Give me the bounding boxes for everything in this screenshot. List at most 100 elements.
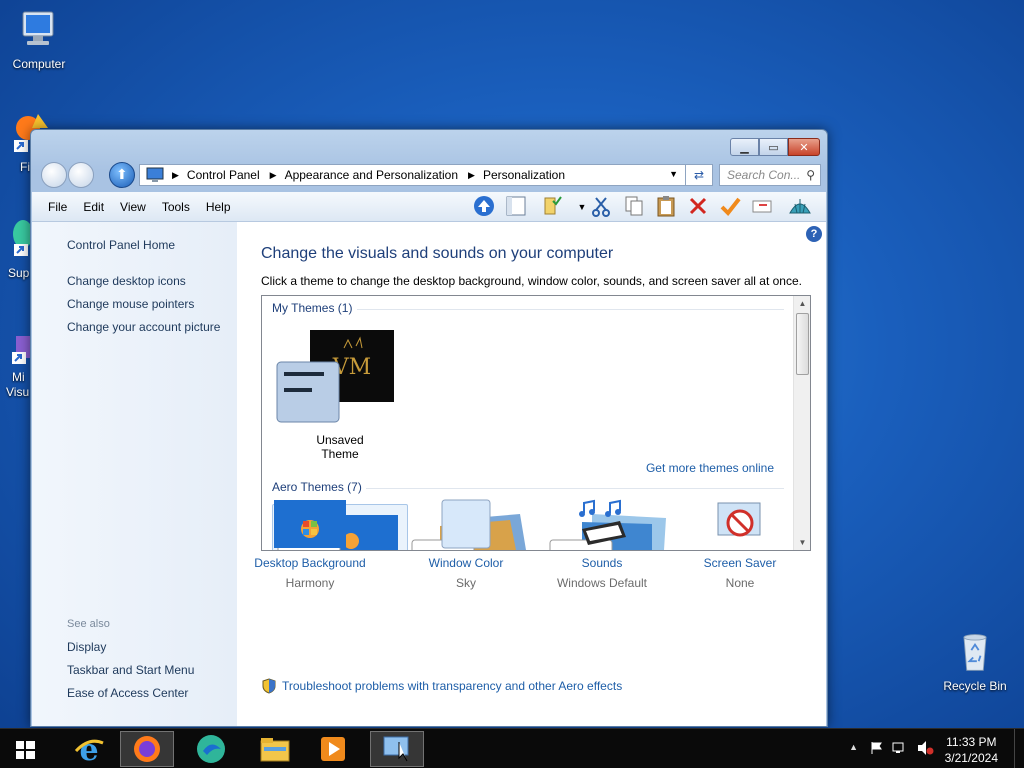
desktop-icon-label: Recycle Bin bbox=[943, 679, 1007, 693]
group-divider bbox=[366, 488, 784, 489]
forward-button[interactable] bbox=[68, 162, 94, 188]
sounds-value: Windows Default bbox=[556, 576, 648, 590]
address-bar[interactable]: ▶ Control Panel ▶ Appearance and Persona… bbox=[139, 164, 713, 186]
scroll-thumb[interactable] bbox=[796, 313, 809, 375]
paste-tool-icon[interactable] bbox=[654, 195, 678, 219]
clock-date: 3/21/2024 bbox=[944, 751, 998, 765]
taskbar-edge[interactable] bbox=[184, 731, 238, 767]
display-link[interactable]: Display bbox=[67, 640, 106, 654]
theme-preview-image: VM bbox=[276, 330, 394, 423]
address-dropdown-icon[interactable]: ▼ bbox=[669, 169, 678, 179]
menu-tools[interactable]: Tools bbox=[154, 200, 198, 214]
svg-text:e: e bbox=[79, 733, 98, 765]
taskbar-internet-explorer[interactable]: e bbox=[62, 731, 116, 767]
group-divider bbox=[357, 309, 784, 310]
see-also-label: See also bbox=[67, 618, 110, 630]
breadcrumb-control-panel[interactable]: Control Panel bbox=[187, 168, 260, 182]
scroll-up-icon[interactable]: ▲ bbox=[794, 299, 810, 308]
shell-tool-icon[interactable] bbox=[788, 195, 812, 219]
taskbar-control-panel[interactable] bbox=[370, 731, 424, 767]
content-area: Control Panel Home Change desktop icons … bbox=[32, 222, 826, 726]
refresh-button[interactable]: ⇄ bbox=[685, 164, 713, 186]
minimize-button[interactable]: ▁ bbox=[730, 138, 759, 156]
sounds-link[interactable]: Sounds bbox=[537, 556, 667, 570]
screen-saver-icon bbox=[717, 502, 761, 537]
troubleshoot-link-text[interactable]: Troubleshoot problems with transparency … bbox=[282, 679, 622, 693]
get-more-themes-link[interactable]: Get more themes online bbox=[646, 461, 774, 475]
taskbar-file-explorer[interactable] bbox=[248, 731, 302, 767]
help-icon[interactable]: ? bbox=[806, 226, 822, 242]
back-button[interactable] bbox=[41, 162, 67, 188]
desktop-icon-label: Sup bbox=[8, 266, 30, 280]
desktop-background-value: Harmony bbox=[285, 576, 335, 590]
control-panel-home-link[interactable]: Control Panel Home bbox=[67, 238, 175, 252]
taskbar-start-menu-link[interactable]: Taskbar and Start Menu bbox=[67, 663, 194, 677]
window-color-value: Sky bbox=[455, 576, 476, 590]
desktop-icon-label: Computer bbox=[12, 57, 66, 71]
taskbar-media-player[interactable] bbox=[306, 731, 360, 767]
maximize-button[interactable]: ▭ bbox=[759, 138, 788, 156]
window-color-link[interactable]: Window Color bbox=[401, 556, 531, 570]
page-subtitle: Click a theme to change the desktop back… bbox=[261, 274, 802, 288]
copy-tool-icon[interactable] bbox=[622, 195, 646, 219]
recycle-bin-icon bbox=[963, 634, 987, 671]
menu-edit[interactable]: Edit bbox=[75, 200, 112, 214]
control-panel-icon bbox=[146, 167, 164, 182]
desktop-icon-recycle-bin[interactable]: Recycle Bin bbox=[940, 630, 1010, 693]
clock-time: 11:33 PM bbox=[946, 735, 997, 749]
volume-muted-icon[interactable] bbox=[916, 740, 934, 756]
show-hidden-icons-icon[interactable]: ▲ bbox=[849, 742, 858, 752]
desktop-icon-computer[interactable]: Computer bbox=[4, 8, 74, 71]
delete-tool-icon[interactable] bbox=[686, 195, 710, 219]
desktop-background-setting[interactable]: Desktop Background Harmony bbox=[245, 499, 375, 590]
edge-icon bbox=[197, 735, 225, 763]
properties-tool-icon[interactable] bbox=[540, 195, 564, 219]
network-icon[interactable] bbox=[892, 741, 908, 755]
screen-saver-value: None bbox=[725, 576, 755, 590]
breadcrumb-appearance[interactable]: Appearance and Personalization bbox=[285, 168, 458, 182]
main-pane: ? Change the visuals and sounds on your … bbox=[237, 222, 826, 726]
sounds-setting[interactable]: Sounds Windows Default bbox=[537, 499, 667, 590]
window-color-setting[interactable]: Window Color Sky bbox=[401, 499, 531, 590]
left-task-pane: Control Panel Home Change desktop icons … bbox=[32, 222, 237, 726]
caption-buttons: ▁ ▭ ✕ bbox=[730, 138, 820, 156]
breadcrumb-personalization[interactable]: Personalization bbox=[483, 168, 565, 182]
unsaved-theme-label: Unsaved Theme bbox=[316, 433, 364, 461]
chevron-right-icon: ▶ bbox=[468, 169, 475, 180]
screen-saver-setting[interactable]: Screen Saver None bbox=[675, 499, 805, 590]
screen-saver-link[interactable]: Screen Saver bbox=[675, 556, 805, 570]
up-button[interactable] bbox=[109, 162, 135, 188]
rename-tool-icon[interactable] bbox=[750, 195, 774, 219]
start-button-windows-icon[interactable] bbox=[8, 735, 42, 765]
change-account-picture-link[interactable]: Change your account picture bbox=[67, 320, 220, 334]
ease-of-access-link[interactable]: Ease of Access Center bbox=[67, 686, 188, 700]
menu-help[interactable]: Help bbox=[198, 200, 239, 214]
change-desktop-icons-link[interactable]: Change desktop icons bbox=[67, 274, 186, 288]
up-arrow-tool-icon[interactable] bbox=[472, 195, 496, 219]
personalization-window: ▁ ▭ ✕ ▶ Control Panel ▶ Appearance and P… bbox=[30, 129, 828, 727]
desktop-icon-label: Fi bbox=[20, 160, 30, 174]
search-input[interactable]: Search Con... ⚲ bbox=[719, 164, 821, 186]
system-clock[interactable]: 11:33 PM 3/21/2024 bbox=[945, 734, 998, 766]
action-center-flag-icon[interactable] bbox=[870, 741, 884, 755]
change-mouse-pointers-link[interactable]: Change mouse pointers bbox=[67, 297, 194, 311]
desktop-background-thumbnail bbox=[274, 500, 346, 548]
taskbar-firefox[interactable] bbox=[120, 731, 174, 767]
pane-tool-icon[interactable] bbox=[504, 195, 528, 219]
search-icon: ⚲ bbox=[806, 168, 815, 182]
close-button[interactable]: ✕ bbox=[788, 138, 820, 156]
computer-icon bbox=[22, 11, 54, 45]
menu-file[interactable]: File bbox=[32, 200, 75, 214]
show-desktop-button[interactable] bbox=[1014, 729, 1024, 768]
checkmark-tool-icon[interactable] bbox=[718, 195, 742, 219]
menu-bar: File Edit View Tools Help ▼ bbox=[32, 192, 826, 222]
search-placeholder: Search Con... bbox=[727, 168, 801, 182]
shield-icon bbox=[262, 678, 276, 694]
navigation-bar: ▶ Control Panel ▶ Appearance and Persona… bbox=[39, 161, 821, 189]
cut-tool-icon[interactable] bbox=[590, 195, 614, 219]
desktop-background-link[interactable]: Desktop Background bbox=[245, 556, 375, 570]
aero-themes-header: Aero Themes (7) bbox=[272, 480, 362, 494]
menu-view[interactable]: View bbox=[112, 200, 154, 214]
media-player-icon bbox=[321, 737, 345, 761]
troubleshoot-aero-link[interactable]: Troubleshoot problems with transparency … bbox=[261, 678, 622, 694]
